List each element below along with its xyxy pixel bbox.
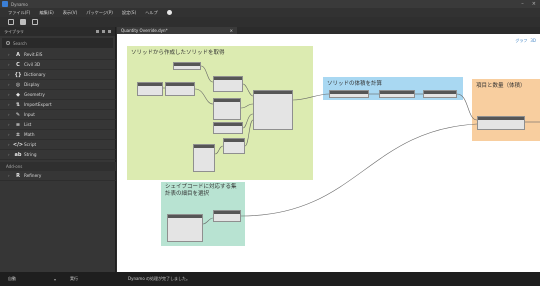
library-item-label: Dictionary [24,72,46,77]
chevron-down-icon[interactable]: ▾ [54,277,64,282]
library-panel: ライブラリ Search › A Revit.ElS › C Civil 3D › {} D… [0,27,116,272]
import-export-icon: ⇅ [15,101,21,108]
window-controls: – × [521,0,536,8]
library-item-label: Script [24,142,37,147]
list-icon: ≡ [15,121,21,128]
revit-icon: A [16,51,20,58]
search-input[interactable]: Search [13,41,27,46]
workspace-tabstrip: Quantity Override.dyn* × [117,27,540,34]
library-item-label: List [24,122,32,127]
chevron-right-icon: › [8,112,10,117]
tab-quantity-override[interactable]: Quantity Override.dyn* × [117,27,237,34]
geometry-icon: ◆ [16,91,20,98]
run-mode-select[interactable]: 自動 [8,276,54,282]
library-title: ライブラリ [4,28,24,34]
library-controls [96,30,111,33]
library-item-revit[interactable]: › A Revit.ElS [0,50,116,60]
status-message: Dynamo の処理が完了しました。 [128,276,191,281]
menu-help[interactable]: ヘルプ [145,10,158,16]
layout-icon[interactable] [102,30,105,33]
dynamo-logo-icon [2,1,8,7]
addons-section-header: Add-ons [0,162,116,171]
toolbar [0,17,540,27]
chevron-right-icon: › [8,92,10,97]
library-list: › A Revit.ElS › C Civil 3D › {} Dictionary › ◎ D… [0,50,116,181]
library-item-label: ImportExport [24,102,52,107]
library-item-input[interactable]: › ✎ Input [0,110,116,120]
status-bar: 自動 ▾ 実行 Dynamo の処理が完了しました。 [0,272,540,286]
library-item-label: Refinery [24,173,42,178]
library-item-label: Revit.ElS [24,52,43,57]
menu-settings[interactable]: 設定(S) [122,10,136,16]
civil3d-icon: C [16,61,20,68]
help-icon[interactable] [166,10,172,15]
menu-file[interactable]: ファイル(F) [8,10,30,16]
window-title: Dynamo [11,1,28,7]
library-item-label: Math [24,132,35,137]
library-item-importexport[interactable]: › ⇅ ImportExport [0,100,116,110]
library-item-display[interactable]: › ◎ Display [0,80,116,90]
library-item-list[interactable]: › ≡ List [0,120,116,130]
chevron-right-icon: › [8,122,10,127]
title-bar: Dynamo – × [0,0,540,8]
library-header: ライブラリ [0,27,115,36]
chevron-right-icon: › [8,142,10,147]
wires-layer [162,65,540,225]
menu-edit[interactable]: 編集(E) [39,10,53,16]
display-icon: ◎ [15,81,21,88]
minimize-button[interactable]: – [521,1,524,7]
open-file-icon[interactable] [32,19,38,25]
menu-view[interactable]: 表示(V) [63,10,78,16]
tab-label: Quantity Override.dyn* [121,28,168,33]
chevron-right-icon: › [8,62,10,67]
graph-canvas[interactable]: グラフ 3D ソリッドから作成したソリッドを取得 ソリッドの体積を計算 項目と数… [117,34,540,272]
chevron-right-icon: › [8,173,10,178]
library-item-dictionary[interactable]: › {} Dictionary [0,70,116,80]
library-item-math[interactable]: › ± Math [0,130,116,140]
menu-packages[interactable]: パッケージ(P) [86,10,113,16]
close-button[interactable]: × [532,1,536,7]
search-icon [6,41,10,45]
math-icon: ± [15,131,21,138]
library-item-geometry[interactable]: › ◆ Geometry [0,90,116,100]
library-item-label: Geometry [24,92,45,97]
dictionary-icon: {} [14,71,22,78]
new-file-icon[interactable] [8,19,14,25]
menu-bar: ファイル(F) 編集(E) 表示(V) パッケージ(P) 設定(S) ヘルプ [0,8,540,17]
library-item-label: Display [24,82,40,87]
library-search[interactable]: Search [2,38,113,48]
close-tab-icon[interactable]: × [230,28,233,33]
library-item-label: String [24,152,37,157]
run-button[interactable]: 実行 [70,276,90,282]
collapse-icon[interactable] [108,30,111,33]
save-icon[interactable] [20,19,26,25]
chevron-right-icon: › [8,82,10,87]
library-item-script[interactable]: › </> Script [0,140,116,150]
refinery-icon: R [16,172,20,179]
chevron-right-icon: › [8,132,10,137]
library-item-label: Input [24,112,35,117]
script-icon: </> [12,141,24,148]
library-item-refinery[interactable]: › R Refinery [0,171,116,181]
library-item-string[interactable]: › ab String [0,150,116,160]
chevron-right-icon: › [8,102,10,107]
library-item-civil3d[interactable]: › C Civil 3D [0,60,116,70]
input-icon: ✎ [15,111,21,118]
chevron-right-icon: › [8,52,10,57]
chevron-right-icon: › [8,72,10,77]
string-icon: ab [14,151,22,158]
library-item-label: Civil 3D [24,62,41,67]
chevron-right-icon: › [8,152,10,157]
filter-icon[interactable] [96,30,99,33]
